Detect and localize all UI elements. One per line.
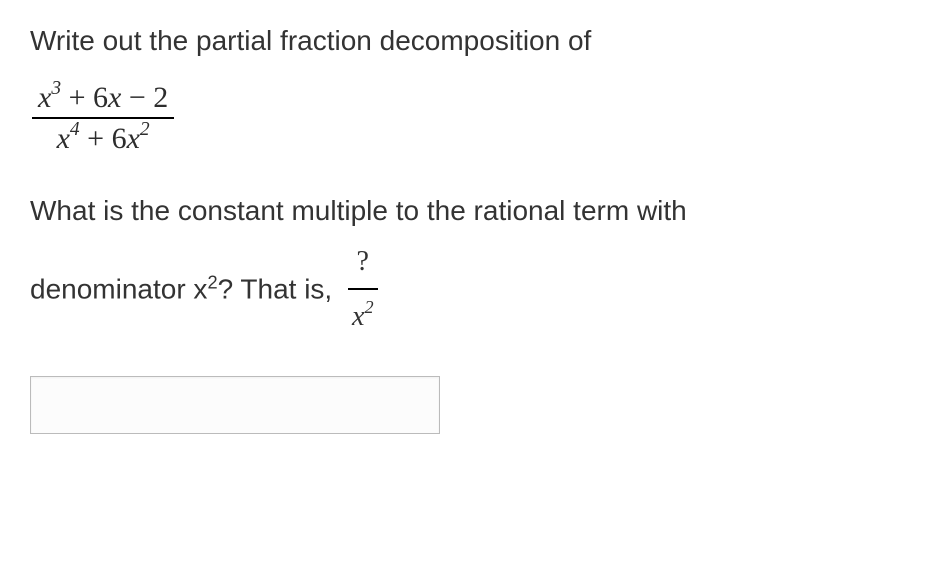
- numerator-exp1: 3: [51, 78, 61, 99]
- denominator-op1: +: [80, 122, 112, 155]
- denominator-exp2: 2: [140, 119, 150, 140]
- denominator-var1: x: [57, 122, 70, 155]
- part2-prefix: denominator x: [30, 274, 207, 305]
- denominator-var2: x: [127, 122, 140, 155]
- question-part2: What is the constant multiple to the rat…: [30, 184, 908, 346]
- inline-fraction: ? x2: [348, 235, 378, 343]
- denominator-coef2: 6: [112, 122, 127, 155]
- part2-mid: ? That is,: [218, 274, 340, 305]
- inline-denom-exp: 2: [364, 297, 373, 317]
- numerator-var1: x: [38, 81, 51, 114]
- numerator-const: 2: [153, 81, 168, 114]
- inline-fraction-denominator: x2: [348, 290, 378, 343]
- denominator-exp1: 4: [70, 119, 80, 140]
- part2-line1: What is the constant multiple to the rat…: [30, 195, 687, 226]
- inline-fraction-numerator: ?: [348, 235, 378, 290]
- numerator-coef2: 6: [93, 81, 108, 114]
- fraction-numerator: x3 + 6x − 2: [32, 80, 174, 119]
- part2-exp: 2: [207, 272, 217, 292]
- inline-denom-var: x: [352, 301, 364, 332]
- answer-input[interactable]: [30, 376, 440, 434]
- numerator-op1: +: [61, 81, 93, 114]
- numerator-op2: −: [121, 81, 153, 114]
- main-fraction: x3 + 6x − 2 x4 + 6x2: [32, 80, 174, 156]
- numerator-var2: x: [108, 81, 121, 114]
- question-intro: Write out the partial fraction decomposi…: [30, 20, 908, 62]
- fraction-denominator: x4 + 6x2: [32, 119, 174, 156]
